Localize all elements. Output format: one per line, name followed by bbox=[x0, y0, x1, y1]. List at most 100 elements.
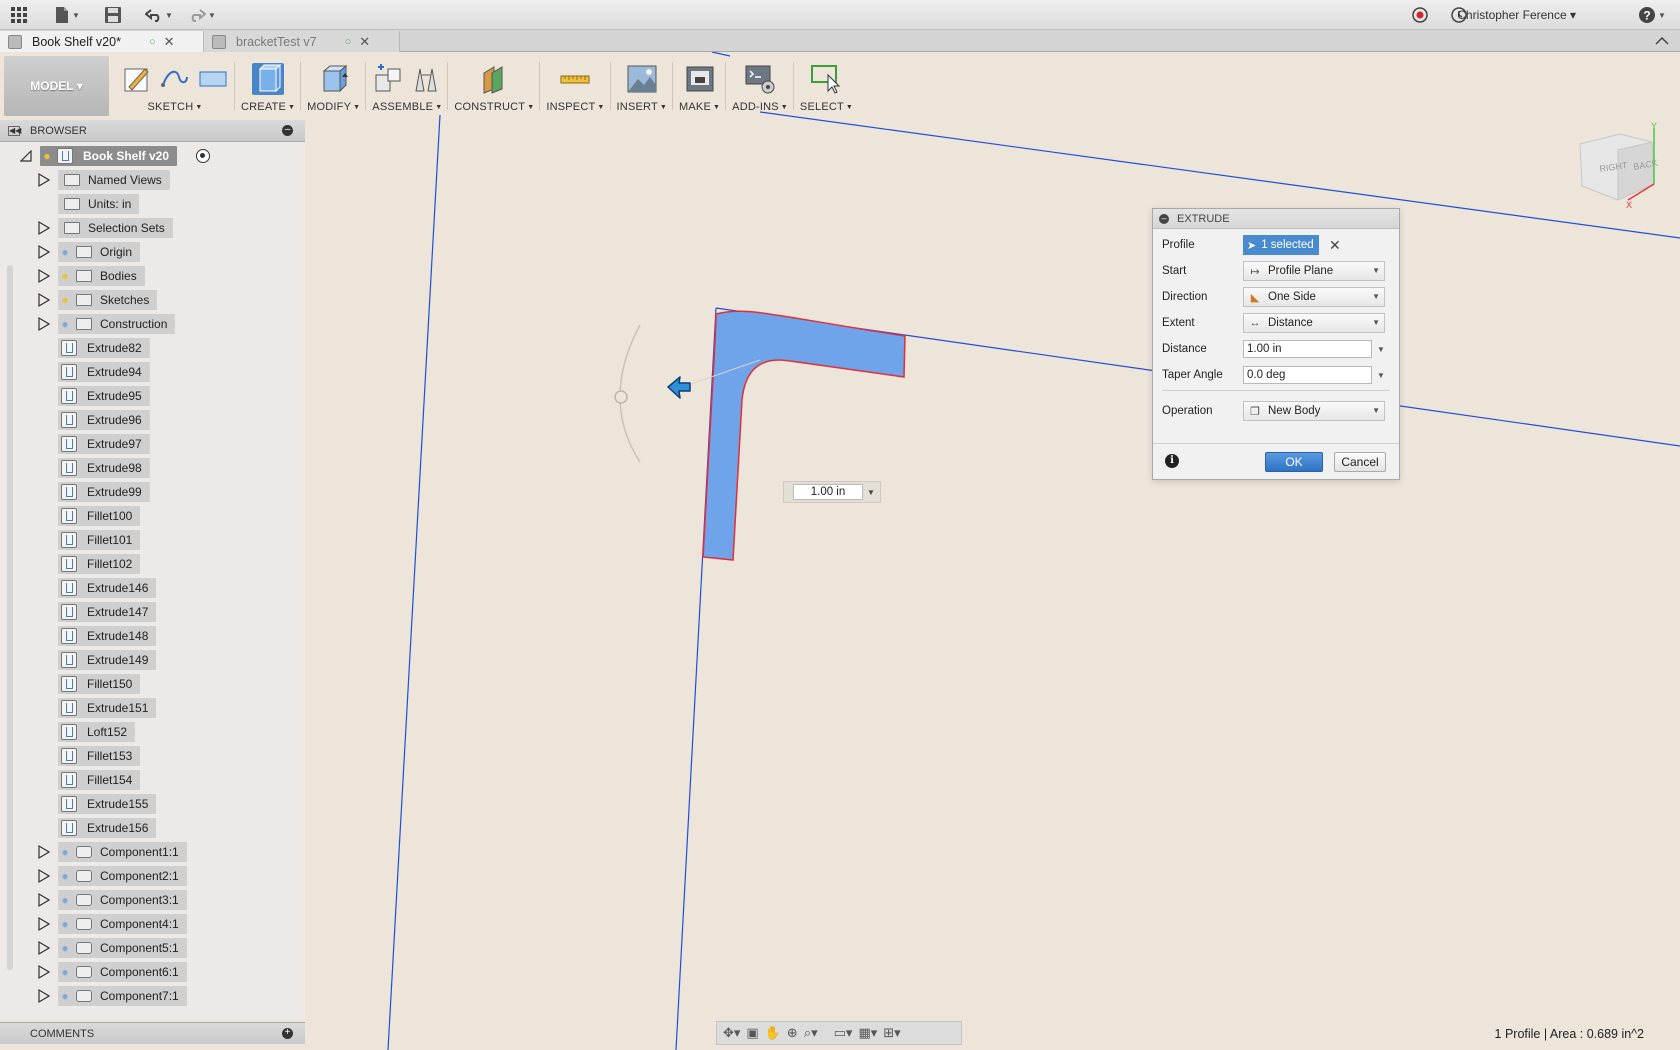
toolbar-group-make[interactable]: MAKE ▼ bbox=[673, 56, 727, 116]
visibility-bulb-icon[interactable]: ● bbox=[58, 938, 72, 958]
browser-feature-item[interactable]: Extrude146 bbox=[0, 578, 300, 598]
display-settings-icon[interactable]: ▭▾ bbox=[834, 1025, 853, 1041]
visibility-bulb-icon[interactable]: ● bbox=[58, 914, 72, 934]
browser-feature-item[interactable]: Extrude82 bbox=[0, 338, 300, 358]
browser-component-item[interactable]: ● Component5:1 bbox=[0, 938, 300, 958]
extrude-direction-arrow-icon[interactable] bbox=[667, 376, 691, 399]
browser-feature-item[interactable]: Fillet101 bbox=[0, 530, 300, 550]
view-cube[interactable]: RIGHT BACK Y X bbox=[1570, 120, 1670, 210]
press-pull-icon[interactable] bbox=[318, 63, 350, 95]
root-component[interactable]: ● Book Shelf v20 bbox=[40, 146, 178, 166]
browser-feature-item[interactable]: Fillet154 bbox=[0, 770, 300, 790]
feature-node[interactable]: Extrude96 bbox=[58, 410, 150, 430]
save-icon[interactable] bbox=[104, 5, 122, 25]
redo-icon[interactable]: ▼ bbox=[188, 5, 216, 25]
extent-select[interactable]: ↔ Distance ▼ bbox=[1243, 313, 1385, 333]
browser-feature-item[interactable]: Extrude94 bbox=[0, 362, 300, 382]
visibility-bulb-icon[interactable]: ● bbox=[58, 986, 72, 1006]
toolbar-group-modify[interactable]: MODIFY ▼ bbox=[301, 56, 367, 116]
workspace-switcher[interactable]: MODEL ▾ bbox=[4, 56, 109, 116]
3d-print-icon[interactable] bbox=[684, 63, 716, 95]
info-icon[interactable]: i bbox=[1165, 454, 1179, 468]
browser-component-item[interactable]: ● Component1:1 bbox=[0, 842, 300, 862]
expand-triangle-icon[interactable] bbox=[38, 941, 50, 955]
feature-node[interactable]: Extrude95 bbox=[58, 386, 150, 406]
component-node[interactable]: ● Component3:1 bbox=[58, 890, 187, 910]
add-comment-icon[interactable]: + bbox=[282, 1028, 293, 1039]
distance-dropdown-icon[interactable]: ▼ bbox=[1377, 345, 1385, 354]
component-node[interactable]: ● Component7:1 bbox=[58, 986, 187, 1006]
joint-icon[interactable] bbox=[410, 63, 442, 95]
expand-triangle-icon[interactable] bbox=[38, 989, 50, 1003]
browser-feature-item[interactable]: Fillet153 bbox=[0, 746, 300, 766]
browser-feature-item[interactable]: Extrude148 bbox=[0, 626, 300, 646]
pan-icon[interactable]: ✋ bbox=[765, 1025, 781, 1041]
tab-book-shelf[interactable]: Book Shelf v20* ○ ✕ bbox=[0, 31, 204, 52]
browser-folder-named-views[interactable]: Named Views bbox=[0, 170, 300, 190]
tab-bracket-test[interactable]: bracketTest v7 ○ ✕ bbox=[204, 31, 400, 52]
toolbar-group-assemble[interactable]: ASSEMBLE ▼ bbox=[366, 56, 449, 116]
feature-node[interactable]: Fillet100 bbox=[58, 506, 141, 526]
browser-feature-item[interactable]: Extrude149 bbox=[0, 650, 300, 670]
browser-feature-item[interactable]: Extrude151 bbox=[0, 698, 300, 718]
expand-triangle-icon[interactable] bbox=[38, 293, 50, 307]
browser-feature-item[interactable]: Extrude96 bbox=[0, 410, 300, 430]
viewports-icon[interactable]: ⊞▾ bbox=[883, 1025, 900, 1041]
browser-component-item[interactable]: ● Component3:1 bbox=[0, 890, 300, 910]
browser-folder-node[interactable]: Selection Sets bbox=[58, 218, 173, 238]
measure-icon[interactable] bbox=[559, 63, 591, 95]
browser-folder-node[interactable]: ● Bodies bbox=[58, 266, 145, 286]
expand-triangle-icon[interactable] bbox=[38, 845, 50, 859]
comments-panel-header[interactable]: COMMENTS + bbox=[0, 1022, 305, 1044]
feature-node[interactable]: Extrude156 bbox=[58, 818, 157, 838]
toolbar-group-construct[interactable]: CONSTRUCT ▼ bbox=[448, 56, 541, 116]
visibility-bulb-icon[interactable]: ● bbox=[58, 890, 72, 910]
browser-feature-item[interactable]: Extrude155 bbox=[0, 794, 300, 814]
browser-component-item[interactable]: ● Component7:1 bbox=[0, 986, 300, 1006]
browser-folder-node[interactable]: Named Views bbox=[58, 170, 170, 190]
component-node[interactable]: ● Component5:1 bbox=[58, 938, 187, 958]
feature-node[interactable]: Fillet153 bbox=[58, 746, 141, 766]
offset-plane-icon[interactable] bbox=[478, 63, 510, 95]
sketch-rectangle-icon[interactable] bbox=[197, 63, 229, 95]
browser-component-item[interactable]: ● Component6:1 bbox=[0, 962, 300, 982]
clear-selection-icon[interactable]: ✕ bbox=[1329, 237, 1341, 254]
feature-node[interactable]: Extrude98 bbox=[58, 458, 150, 478]
visibility-bulb-icon[interactable]: ● bbox=[58, 290, 72, 310]
feature-node[interactable]: Fillet102 bbox=[58, 554, 141, 574]
record-icon[interactable] bbox=[1412, 5, 1428, 25]
file-menu-icon[interactable]: ▼ bbox=[54, 5, 80, 25]
browser-feature-item[interactable]: Extrude156 bbox=[0, 818, 300, 838]
scripts-addins-icon[interactable] bbox=[744, 63, 776, 95]
browser-root-node[interactable]: ● Book Shelf v20 bbox=[0, 146, 300, 166]
collapse-triangle-icon[interactable] bbox=[20, 150, 32, 162]
canvas-distance-input[interactable]: 1.00 in bbox=[793, 484, 863, 500]
help-icon[interactable]: ? ▼ bbox=[1638, 5, 1666, 25]
visibility-bulb-icon[interactable]: ● bbox=[40, 146, 54, 166]
cancel-button[interactable]: Cancel bbox=[1334, 452, 1386, 472]
browser-feature-item[interactable]: Extrude147 bbox=[0, 602, 300, 622]
feature-node[interactable]: Extrude149 bbox=[58, 650, 157, 670]
browser-component-item[interactable]: ● Component2:1 bbox=[0, 866, 300, 886]
feature-node[interactable]: Fillet150 bbox=[58, 674, 141, 694]
feature-node[interactable]: Loft152 bbox=[58, 722, 136, 742]
user-account-menu[interactable]: Christopher Ference ▾ bbox=[1457, 8, 1576, 22]
browser-feature-item[interactable]: Loft152 bbox=[0, 722, 300, 742]
undo-icon[interactable]: ▼ bbox=[145, 5, 173, 25]
collapse-chevron-icon[interactable] bbox=[1655, 31, 1669, 51]
visibility-bulb-icon[interactable]: ● bbox=[58, 962, 72, 982]
toolbar-group-create[interactable]: CREATE ▼ bbox=[235, 56, 302, 116]
activate-component-icon[interactable] bbox=[196, 149, 210, 163]
feature-node[interactable]: Extrude155 bbox=[58, 794, 157, 814]
visibility-bulb-icon[interactable]: ● bbox=[58, 866, 72, 886]
browser-header[interactable]: ◀◀ BROWSER – bbox=[0, 120, 305, 142]
component-node[interactable]: ● Component1:1 bbox=[58, 842, 187, 862]
look-at-icon[interactable]: ▣ bbox=[746, 1025, 758, 1041]
ok-button[interactable]: OK bbox=[1265, 452, 1323, 472]
browser-folder-origin[interactable]: ● Origin bbox=[0, 242, 300, 262]
browser-folder-units-in[interactable]: Units: in bbox=[0, 194, 300, 214]
feature-node[interactable]: Extrude148 bbox=[58, 626, 157, 646]
component-node[interactable]: ● Component4:1 bbox=[58, 914, 187, 934]
feature-node[interactable]: Extrude99 bbox=[58, 482, 150, 502]
direction-select[interactable]: ◣ One Side ▼ bbox=[1243, 287, 1385, 307]
